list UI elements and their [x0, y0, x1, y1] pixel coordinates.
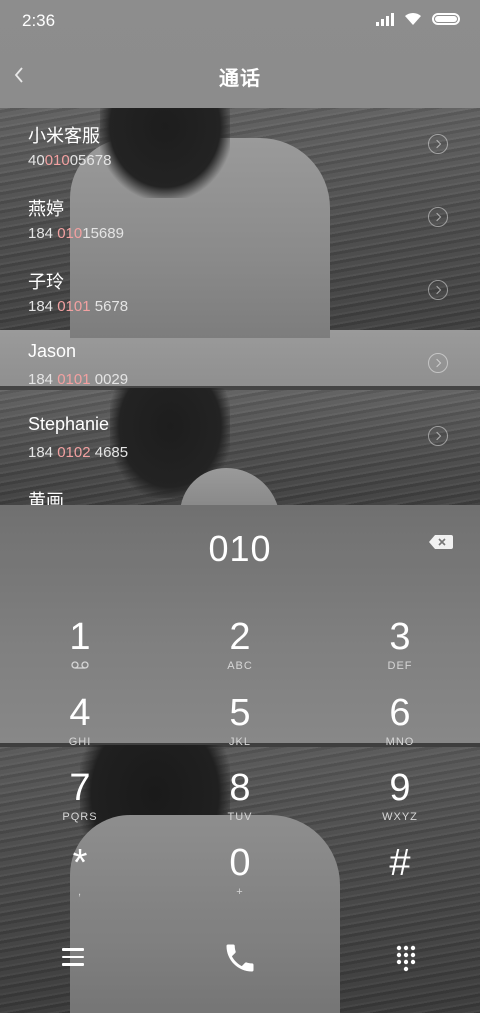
- status-icons: [376, 12, 460, 26]
- key-letters: TUV: [227, 811, 253, 823]
- key-digit: 8: [229, 767, 251, 809]
- key-letters: ,: [77, 886, 83, 898]
- battery-icon: [432, 13, 460, 25]
- keypad-toggle-button[interactable]: [394, 944, 418, 972]
- status-bar: 2:36: [0, 0, 480, 42]
- key-1[interactable]: 1: [20, 615, 140, 685]
- key-0[interactable]: 0 +: [180, 841, 300, 911]
- match-highlight: 0101: [57, 371, 91, 388]
- phone-icon: [226, 944, 254, 972]
- key-letters: +: [236, 886, 244, 898]
- key-2[interactable]: 2 ABC: [180, 615, 300, 685]
- contact-detail-button[interactable]: [428, 280, 448, 300]
- contacts-list[interactable]: 小米客服 4001005678 燕婷 184 01015689 子玲 184 0…: [0, 108, 480, 505]
- voicemail-icon: [71, 661, 89, 669]
- contact-name: Stephanie: [28, 414, 110, 434]
- contact-row[interactable]: 小米客服 4001005678: [0, 108, 480, 181]
- key-8[interactable]: 8 TUV: [180, 766, 300, 836]
- key-3[interactable]: 3 DEF: [340, 615, 460, 685]
- dial-display: 010: [0, 518, 480, 578]
- key-digit: 6: [389, 692, 411, 734]
- contact-detail-button[interactable]: [428, 207, 448, 227]
- key-digit: 5: [229, 692, 251, 734]
- menu-button[interactable]: [62, 948, 84, 968]
- backspace-icon: [429, 535, 453, 549]
- key-letters: JKL: [229, 736, 251, 748]
- contact-number: 184 0101 0029: [28, 371, 129, 388]
- key-digit: *: [72, 842, 88, 884]
- key-digit: 9: [389, 767, 411, 809]
- key-digit: 7: [69, 767, 91, 809]
- key-digit: 2: [229, 616, 251, 658]
- key-digit: 4: [69, 692, 91, 734]
- contact-name: 小米客服: [28, 126, 100, 146]
- match-highlight: 0102: [57, 444, 91, 461]
- header: 通话: [0, 42, 480, 108]
- menu-icon: [62, 948, 84, 966]
- contact-number: 184 0102 4685: [28, 444, 129, 461]
- contact-row[interactable]: Jason 184 0101 0029: [0, 327, 480, 400]
- contact-detail-button[interactable]: [428, 134, 448, 154]
- key-7[interactable]: 7 PQRS: [20, 766, 140, 836]
- page-title: 通话: [219, 68, 261, 90]
- key-digit: 1: [69, 616, 91, 658]
- match-highlight: 010: [57, 225, 83, 242]
- key-4[interactable]: 4 GHI: [20, 691, 140, 761]
- contact-name: Jason: [28, 341, 77, 361]
- contact-name: 燕婷: [28, 199, 64, 219]
- contact-detail-button[interactable]: [428, 426, 448, 446]
- contact-number: 4001005678: [28, 152, 112, 169]
- contact-row[interactable]: 黄画: [0, 473, 480, 505]
- bottom-bar: [0, 930, 480, 990]
- key-letters: DEF: [387, 660, 413, 672]
- match-highlight: 0101: [57, 298, 91, 315]
- key-letters: PQRS: [62, 811, 98, 823]
- contact-number: 184 01015689: [28, 225, 124, 242]
- backspace-button[interactable]: [428, 532, 454, 552]
- signal-icon: [376, 12, 394, 26]
- key-hash[interactable]: #: [340, 841, 460, 911]
- key-digit: #: [389, 842, 411, 884]
- contact-name: 黄画: [28, 491, 64, 505]
- key-9[interactable]: 9 WXYZ: [340, 766, 460, 836]
- contact-name: 子玲: [28, 272, 64, 292]
- wifi-icon: [405, 12, 421, 25]
- key-letters: WXYZ: [382, 811, 418, 823]
- key-star[interactable]: * ,: [20, 841, 140, 911]
- key-letters: GHI: [68, 736, 92, 748]
- key-digit: 0: [229, 842, 251, 884]
- key-5[interactable]: 5 JKL: [180, 691, 300, 761]
- call-button[interactable]: [222, 940, 258, 976]
- key-letters: ABC: [227, 660, 253, 672]
- contact-number: 184 0101 5678: [28, 298, 129, 315]
- contact-detail-button[interactable]: [428, 353, 448, 373]
- contact-row[interactable]: Stephanie 184 0102 4685: [0, 400, 480, 473]
- match-highlight: 010: [44, 152, 70, 169]
- contact-row[interactable]: 燕婷 184 01015689: [0, 181, 480, 254]
- dialed-number: 010: [208, 528, 272, 569]
- key-letters: MNO: [385, 736, 415, 748]
- dialpad-icon: [396, 945, 416, 972]
- contact-row[interactable]: 子玲 184 0101 5678: [0, 254, 480, 327]
- key-6[interactable]: 6 MNO: [340, 691, 460, 761]
- status-time: 2:36: [22, 11, 56, 30]
- key-digit: 3: [389, 616, 411, 658]
